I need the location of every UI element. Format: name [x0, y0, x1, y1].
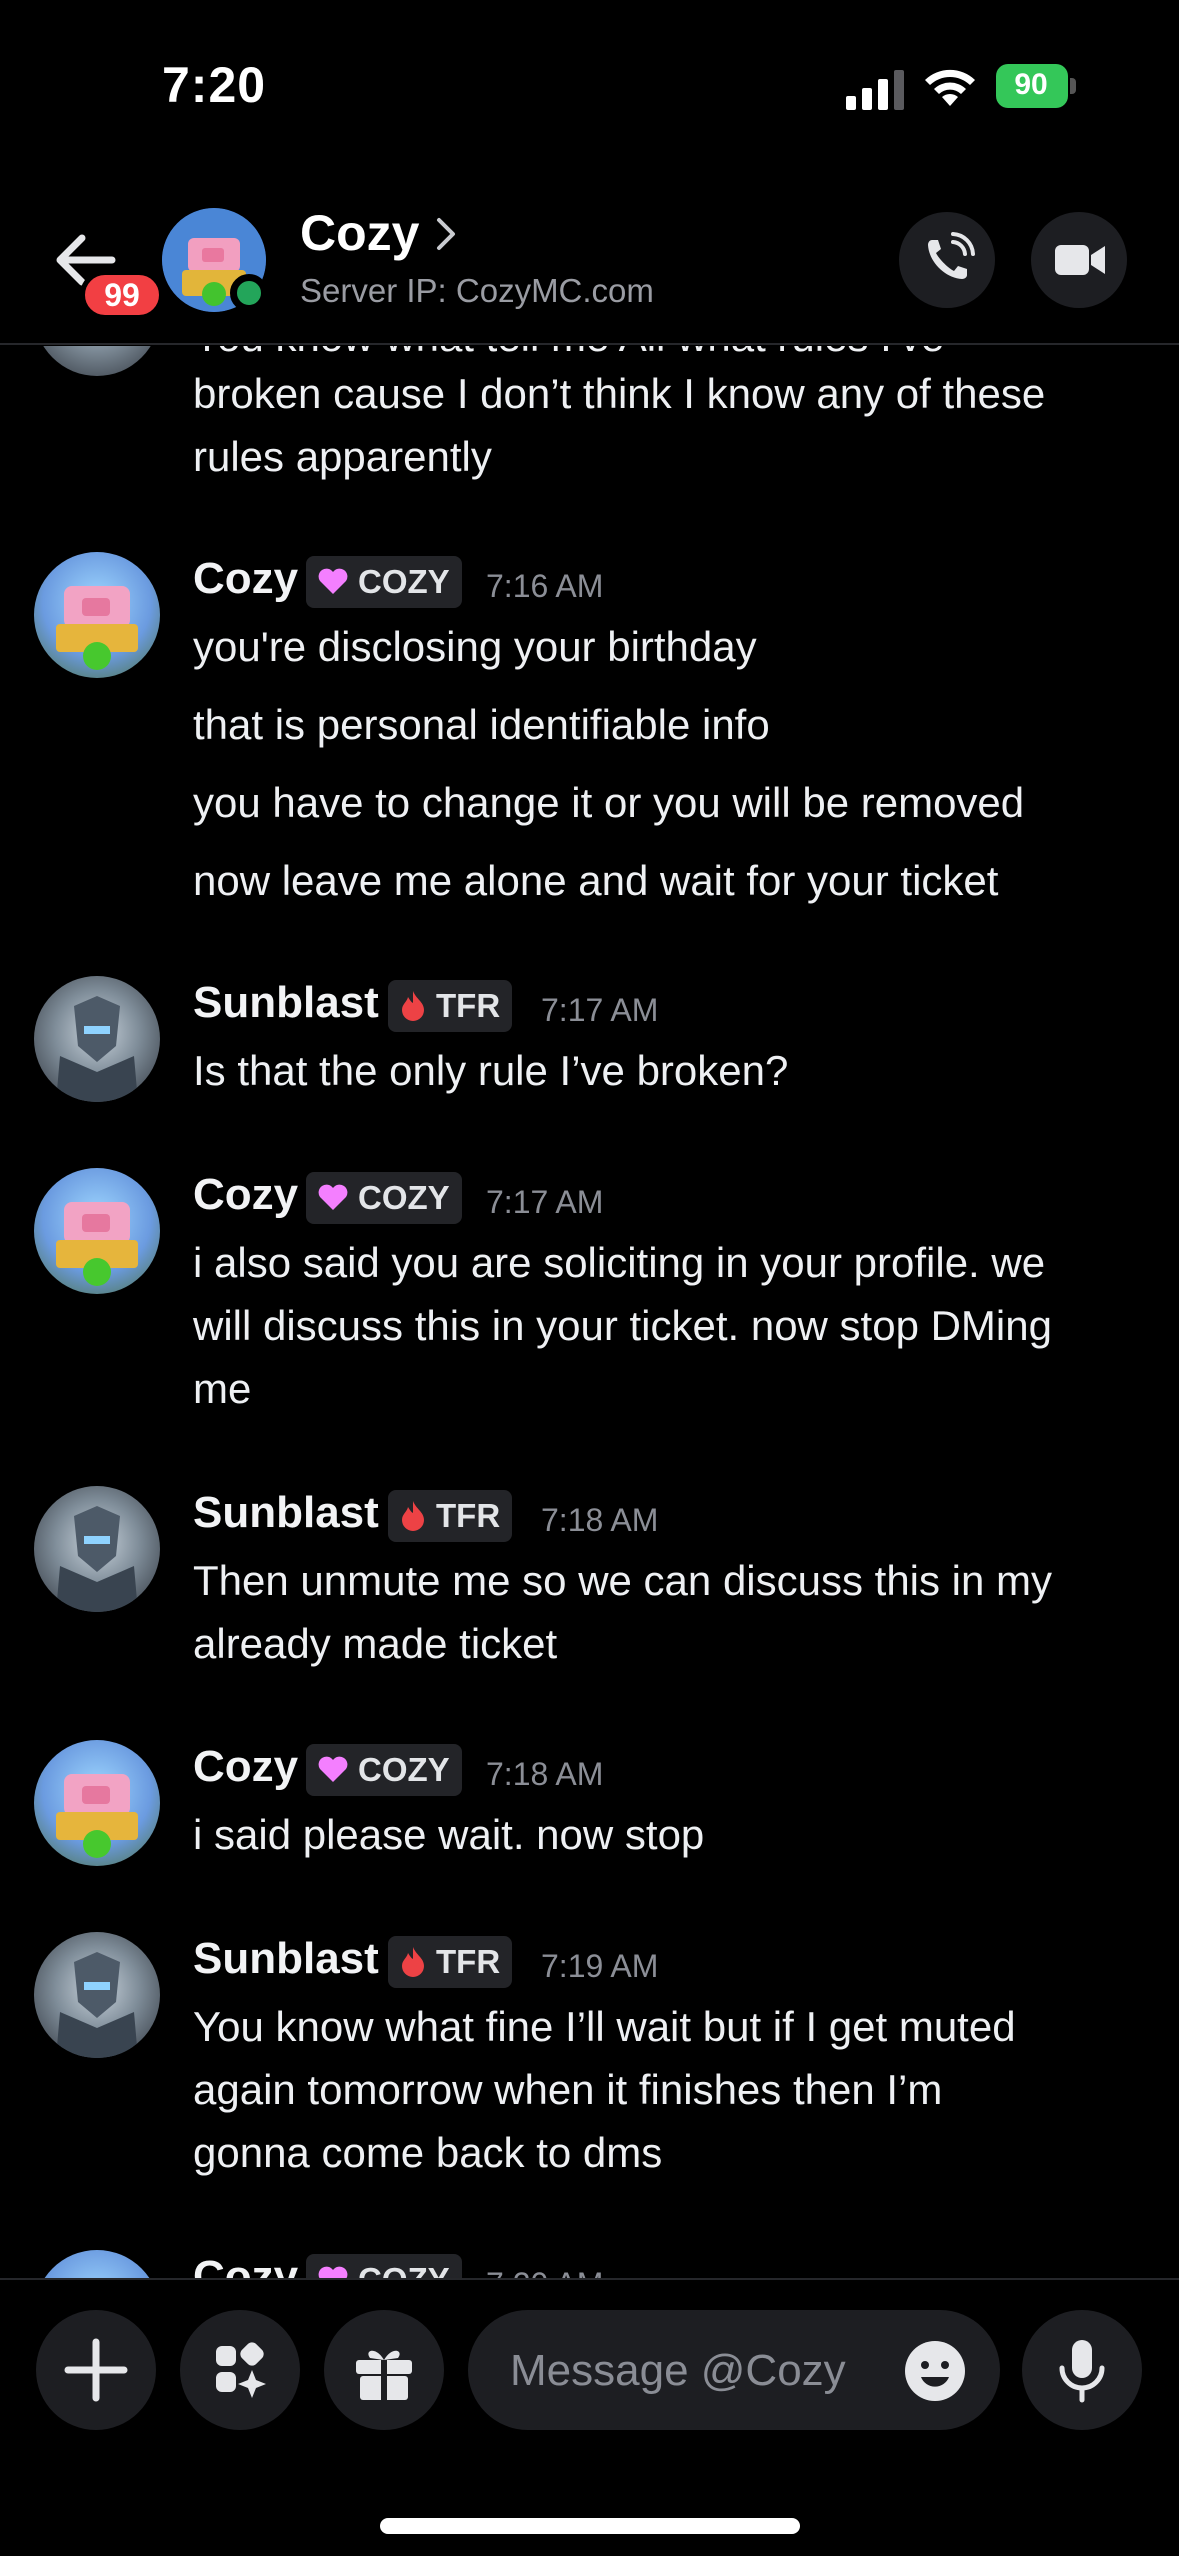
phone-call-icon [928, 232, 975, 279]
status-bar: 7:20 90 [0, 0, 1179, 150]
server-tag-label: TFR [436, 987, 501, 1024]
message-timestamp: 7:17 AM [541, 992, 659, 1028]
dm-subtitle: Server IP: CozyMC.com [300, 272, 654, 309]
message-line: you're disclosing your birthday [193, 623, 757, 670]
message-timestamp: 7:19 AM [541, 1948, 659, 1984]
message-timestamp: 7:20 AM [486, 2266, 603, 2278]
message-list[interactable]: You know what tell me All what rules I'v… [0, 346, 1179, 2278]
server-tag: COZY [306, 2254, 462, 2278]
message-author[interactable]: Cozy [193, 1170, 298, 1220]
message-line: Is that the only rule I’ve broken? [193, 1047, 789, 1094]
message-author[interactable]: Sunblast [193, 1488, 379, 1538]
flame-icon [402, 1501, 424, 1532]
cozy-pig-icon [56, 1774, 138, 1858]
unread-badge: 99 [80, 270, 164, 320]
home-indicator[interactable] [380, 2518, 800, 2534]
cellular-signal-icon [846, 70, 904, 110]
apps-button[interactable] [180, 2310, 300, 2430]
message-timestamp: 7:18 AM [486, 1756, 604, 1792]
robot-avatar-icon [56, 1952, 138, 2058]
server-tag-label: COZY [358, 563, 450, 600]
message-input[interactable]: Message @Cozy [468, 2310, 1000, 2430]
avatar[interactable] [34, 976, 160, 1102]
dm-title[interactable]: Cozy [300, 204, 419, 262]
heart-icon [318, 1756, 348, 1783]
server-tag: TFR [388, 1936, 513, 1988]
avatar[interactable] [34, 1932, 160, 2058]
avatar[interactable] [34, 346, 160, 376]
message-input-placeholder: Message @Cozy [510, 2346, 846, 2395]
cozy-pig-icon [56, 1202, 138, 1286]
chevron-right-icon[interactable] [434, 214, 458, 254]
server-tag: COZY [306, 556, 462, 608]
robot-avatar-icon [56, 1506, 138, 1612]
avatar[interactable] [34, 552, 160, 678]
server-tag-label: COZY [358, 1179, 450, 1216]
message-author[interactable]: Cozy [193, 2252, 298, 2278]
message-line: gonna come back to dms [193, 2129, 663, 2176]
wifi-icon [925, 69, 975, 106]
server-tag: TFR [388, 980, 513, 1032]
composer-bar: Message @Cozy [0, 2278, 1179, 2556]
message-author[interactable]: Cozy [193, 554, 298, 604]
message-line: you have to change it or you will be rem… [193, 779, 1025, 826]
gift-icon [356, 2350, 412, 2400]
gift-button[interactable] [324, 2310, 444, 2430]
message-timestamp: 7:17 AM [486, 1184, 604, 1220]
heart-icon [318, 568, 348, 595]
message-line: i also said you are soliciting in your p… [193, 1239, 1046, 1286]
server-tag-label: COZY [358, 2261, 450, 2278]
dm-screen: 7:20 90 99 Cozy Server IP: CozyMC.com br… [0, 0, 1179, 2556]
video-camera-icon [1055, 245, 1105, 275]
online-status-dot [230, 274, 268, 312]
message-line: You know what fine I’ll wait but if I ge… [193, 2003, 1016, 2050]
heart-icon [318, 1184, 348, 1211]
message-line: broken cause I don’t think I know any of… [193, 370, 1046, 417]
robot-avatar-icon [56, 996, 138, 1102]
status-time: 7:20 [162, 57, 267, 113]
voice-call-button[interactable] [899, 212, 995, 308]
microphone-icon [1059, 2340, 1105, 2403]
message-line: now leave me alone and wait for your tic… [193, 857, 999, 904]
message-author[interactable]: Sunblast [193, 1934, 379, 1984]
flame-icon [402, 1947, 424, 1978]
apps-sparkle-icon [216, 2342, 266, 2398]
server-tag-label: TFR [436, 1497, 501, 1534]
message-line: rules apparently [193, 433, 492, 480]
plus-icon [64, 2338, 128, 2402]
emoji-icon[interactable] [904, 2340, 966, 2402]
message-timestamp: 7:16 AM [486, 568, 604, 604]
flame-icon [402, 991, 424, 1022]
voice-message-button[interactable] [1022, 2310, 1142, 2430]
server-tag: COZY [306, 1744, 462, 1796]
battery-indicator: 90 [996, 64, 1076, 108]
add-attachment-button[interactable] [36, 2310, 156, 2430]
avatar[interactable] [34, 1486, 160, 1612]
server-tag-label: TFR [436, 1943, 501, 1980]
message-author[interactable]: Sunblast [193, 978, 379, 1028]
heart-icon [318, 2266, 348, 2278]
video-call-button[interactable] [1031, 212, 1127, 308]
avatar[interactable] [34, 1740, 160, 1866]
battery-level: 90 [1014, 68, 1048, 101]
server-tag: COZY [306, 1172, 462, 1224]
avatar[interactable] [34, 2250, 160, 2278]
message-line: me [193, 1365, 252, 1412]
message-line: again tomorrow when it finishes then I’m [193, 2066, 943, 2113]
avatar[interactable] [34, 1168, 160, 1294]
cozy-pig-icon [56, 586, 138, 670]
message-line: will discuss this in your ticket. now st… [193, 1302, 1052, 1349]
message-line: i said please wait. now stop [193, 1811, 705, 1858]
message-author[interactable]: Cozy [193, 1742, 298, 1792]
message-line: Then unmute me so we can discuss this in… [193, 1557, 1053, 1604]
message-line: already made ticket [193, 1620, 558, 1667]
server-tag: TFR [388, 1490, 513, 1542]
server-tag-label: COZY [358, 1751, 450, 1788]
message-line: that is personal identifiable info [193, 701, 770, 748]
dm-header: 99 Cozy Server IP: CozyMC.com [0, 150, 1179, 345]
message-timestamp: 7:18 AM [541, 1502, 659, 1538]
